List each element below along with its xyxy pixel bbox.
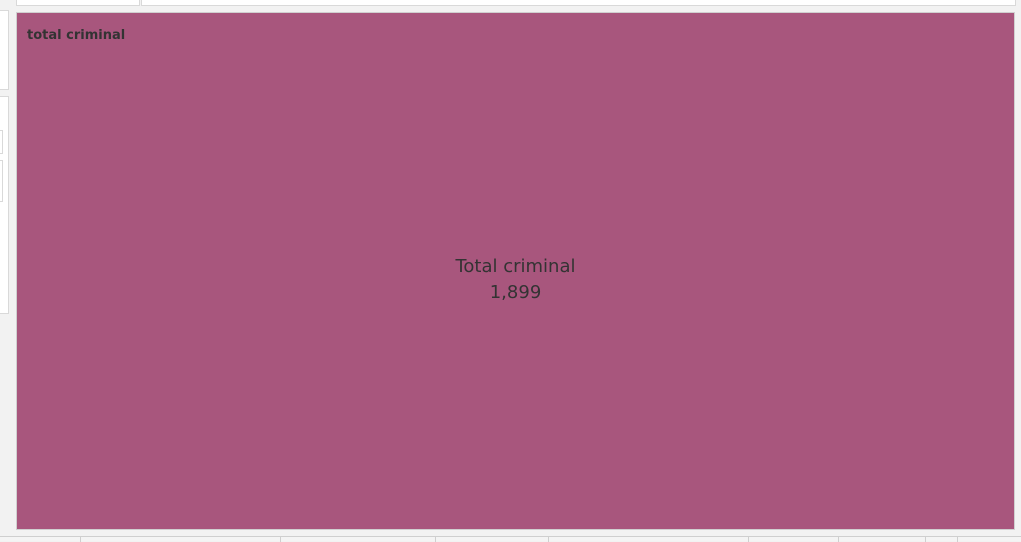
top-panel-left — [16, 0, 140, 6]
treemap-chart: Total criminal 1,899 total criminal — [16, 12, 1015, 530]
tab-divider — [748, 537, 749, 542]
left-panel-box — [0, 96, 9, 314]
bottom-tab-strip — [0, 536, 1021, 542]
tab-divider — [548, 537, 549, 542]
tab-divider — [280, 537, 281, 542]
treemap-svg: Total criminal 1,899 total criminal — [17, 13, 1014, 529]
cell-value-label: 1,899 — [490, 282, 542, 303]
tab-divider — [435, 537, 436, 542]
tab-divider — [925, 537, 926, 542]
left-panel-box — [0, 10, 9, 90]
left-panel-rail — [0, 10, 10, 330]
cell-category-label: Total criminal — [454, 256, 575, 277]
tab-divider — [80, 537, 81, 542]
left-panel-control[interactable] — [0, 130, 3, 154]
chart-title: total criminal — [27, 28, 125, 43]
tab-divider — [838, 537, 839, 542]
tab-divider — [957, 537, 958, 542]
treemap-cells: Total criminal 1,899 — [17, 13, 1014, 529]
top-panel-right — [141, 0, 1016, 6]
left-panel-control[interactable] — [0, 160, 3, 202]
top-toolbar-strip — [0, 0, 1021, 10]
